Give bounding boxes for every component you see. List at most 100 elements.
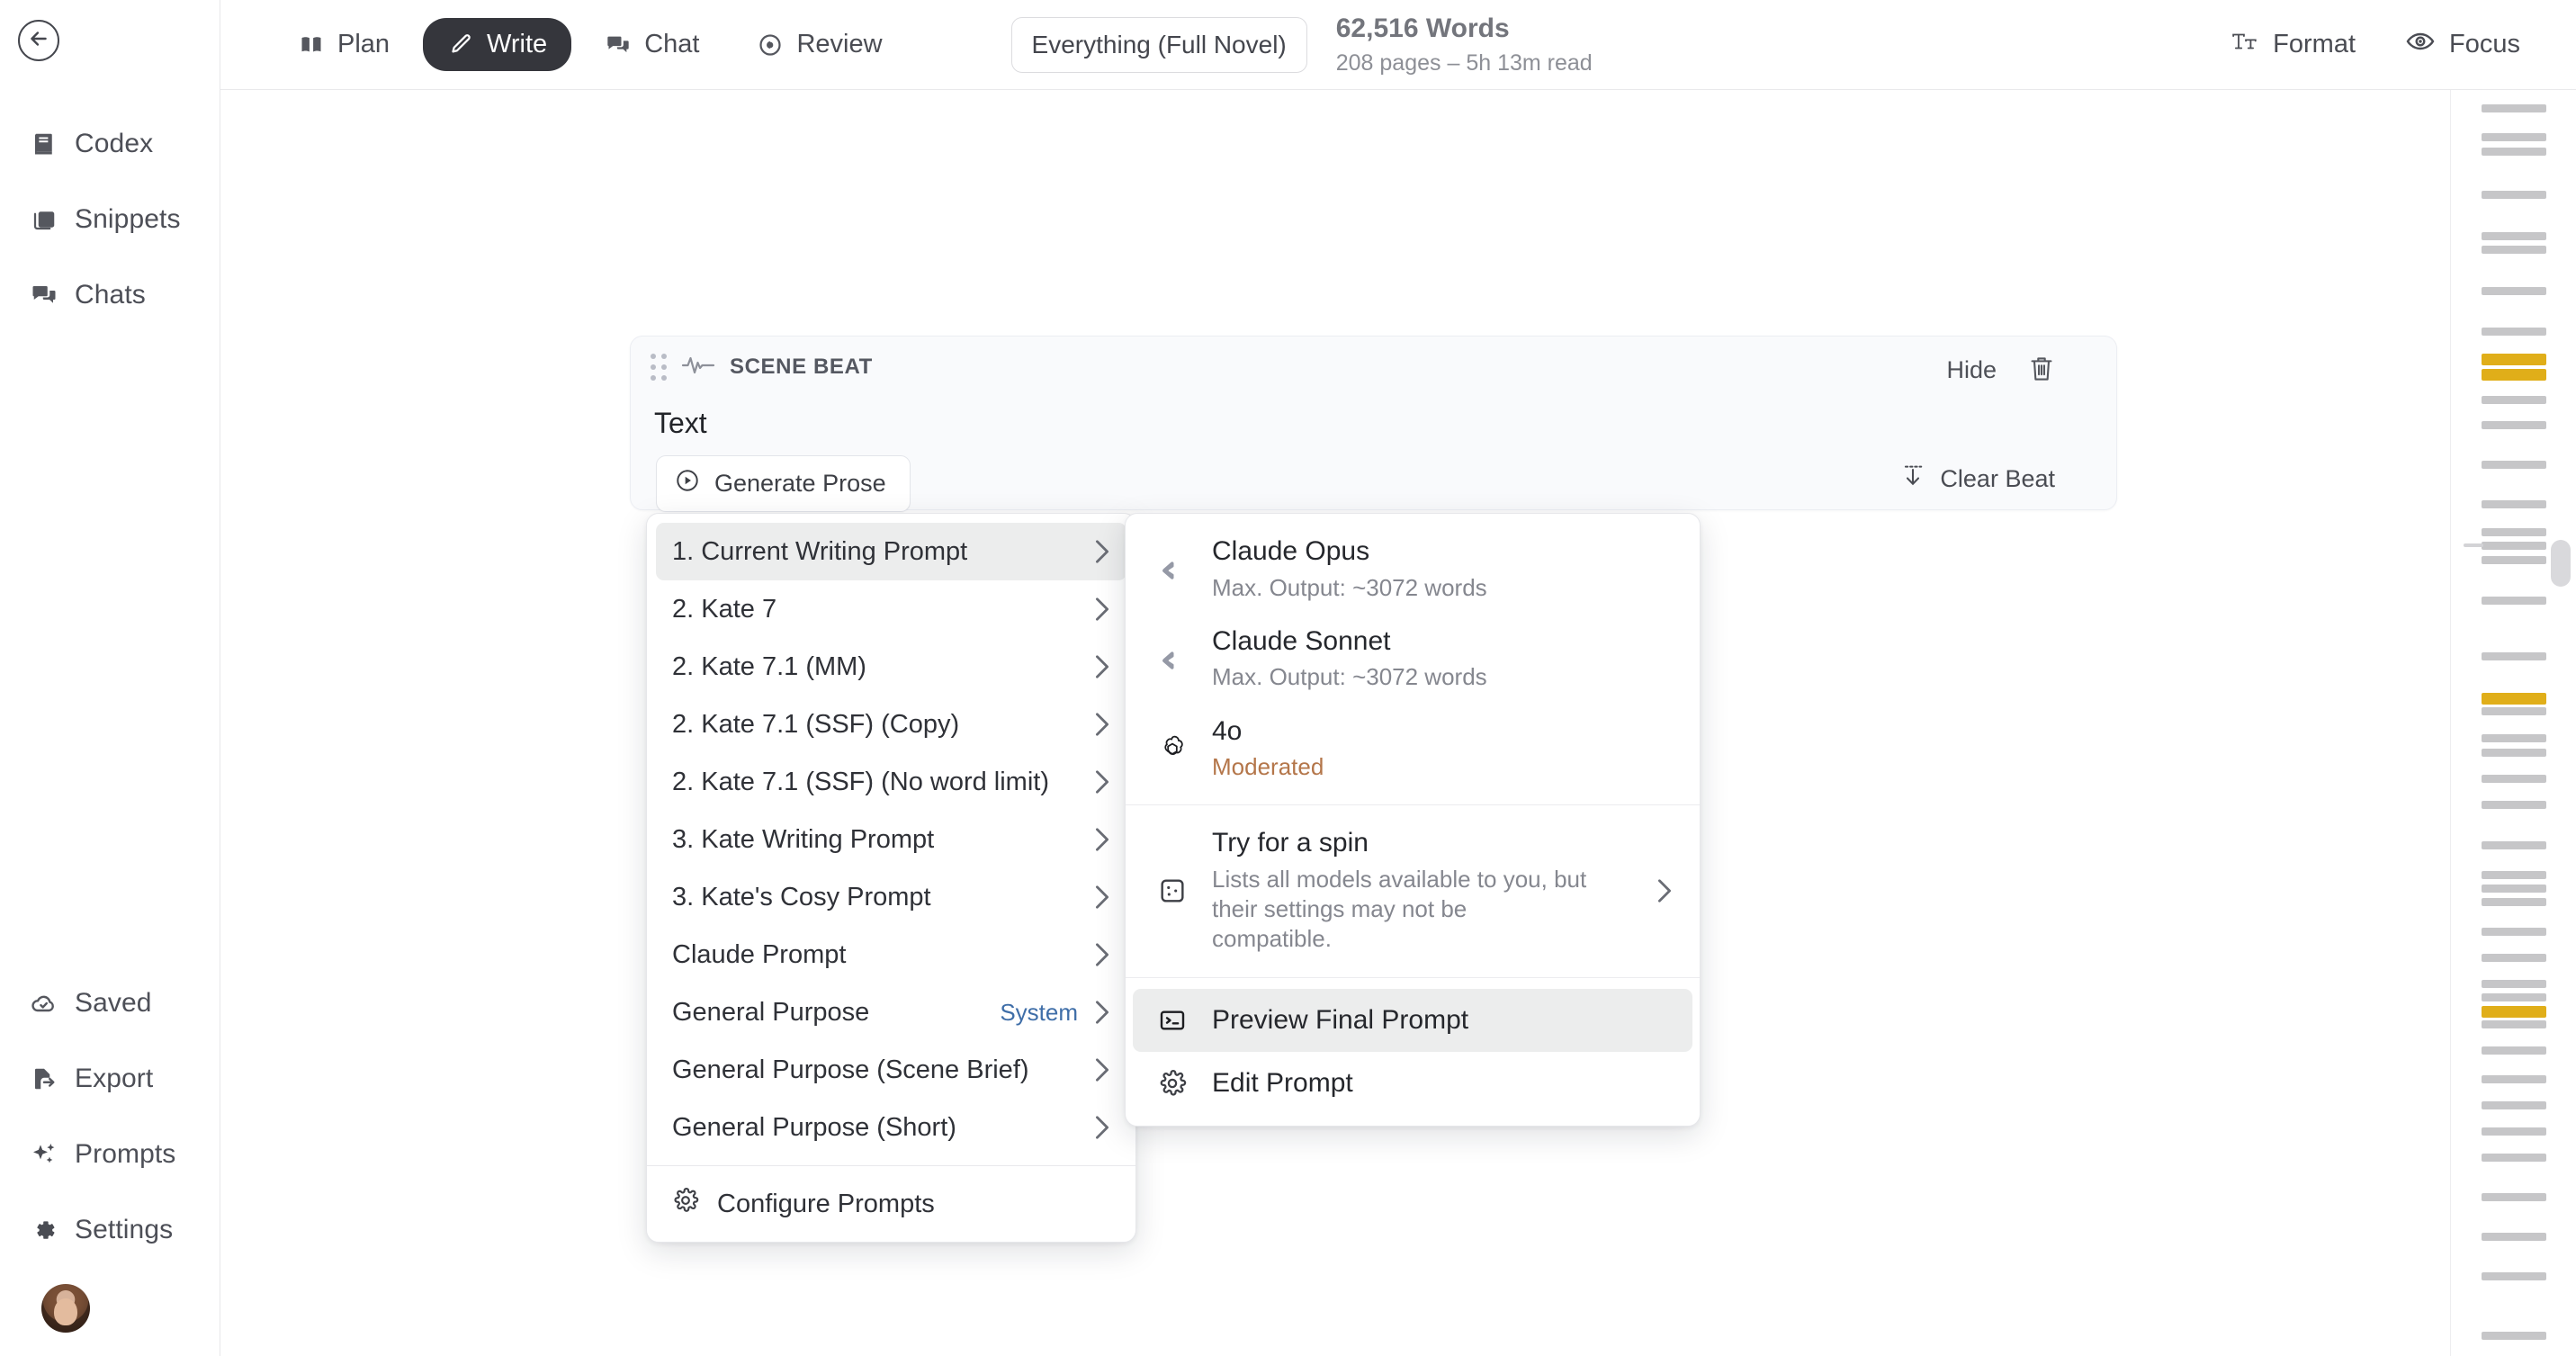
gear-icon [1153,1064,1192,1103]
minimap-line [2482,1332,2546,1340]
menu-item-configure-prompts[interactable]: Configure Prompts [656,1175,1126,1233]
spin-text-block: Try for a spin Lists all models availabl… [1212,828,1590,954]
avatar[interactable] [41,1284,90,1333]
minimap-highlight-line [2482,693,2546,705]
cloud-check-icon [29,988,59,1019]
menu-item-label: Preview Final Prompt [1212,1004,1469,1035]
sidebar-item-label: Saved [75,988,152,1018]
menu-item-prompt[interactable]: General Purpose System [656,983,1126,1041]
minimap-line [2482,928,2546,936]
minimap-line [2482,980,2546,988]
tab-plan[interactable]: Plan [274,18,414,71]
menu-item-preview-final-prompt[interactable]: Preview Final Prompt [1133,988,1692,1052]
minimap-line [2482,801,2546,809]
copy-icon [29,204,59,235]
word-stats: 62,516 Words 208 pages – 5h 13m read [1336,12,1593,76]
menu-item-prompt[interactable]: 2. Kate 7.1 (SSF) (Copy) [656,696,1126,753]
sidebar-item-label: Codex [75,129,154,158]
menu-item-prompt[interactable]: 3. Kate's Cosy Prompt [656,868,1126,926]
activity-pulse-icon [681,353,715,381]
scene-beat-header: SCENE BEAT [651,353,873,381]
sparkles-icon [29,1139,59,1170]
menu-item-label: General Purpose (Scene Brief) [672,1055,1029,1084]
scene-beat-text[interactable]: Text [654,407,707,440]
top-header: Plan Write Chat Review Everything (Full … [220,0,2576,90]
minimap-position-marker [2464,543,2483,547]
chevron-right-icon [1656,878,1673,903]
focus-button[interactable]: Focus [2406,29,2520,61]
sidebar-item-prompts[interactable]: Prompts [0,1117,220,1192]
menu-item-prompt[interactable]: Claude Prompt [656,926,1126,983]
menu-item-edit-prompt[interactable]: Edit Prompt [1133,1052,1692,1115]
scope-selector[interactable]: Everything (Full Novel) [1010,16,1307,73]
menu-item-prompt[interactable]: 2. Kate 7.1 (MM) [656,638,1126,696]
menu-item-prompt[interactable]: 2. Kate 7.1 (SSF) (No word limit) [656,753,1126,811]
minimap-line [2482,287,2546,295]
sidebar-item-saved[interactable]: Saved [0,965,220,1041]
chevron-right-icon [1094,712,1110,737]
generate-prose-button[interactable]: Generate Prose [656,455,911,512]
chevron-right-icon [1094,769,1110,795]
sidebar-item-snippets[interactable]: Snippets [0,182,220,257]
menu-item-prompt[interactable]: General Purpose (Short) [656,1099,1126,1156]
menu-item-prompt[interactable]: 3. Kate Writing Prompt [656,811,1126,868]
menu-item-prompt[interactable]: 2. Kate 7 [656,580,1126,638]
minimap-line [2482,871,2546,879]
book-open-icon [298,31,325,58]
clear-beat-button[interactable]: Clear Beat [1900,462,2055,496]
minimap-line [2482,556,2546,564]
eye-icon [2406,29,2435,61]
model-submenu: Claude Opus Max. Output: ~3072 words Cla… [1125,513,1701,1127]
sidebar-item-label: Settings [75,1215,174,1244]
tab-label: Chat [644,30,700,58]
model-item-claude-opus[interactable]: Claude Opus Max. Output: ~3072 words [1133,525,1692,615]
model-item-claude-sonnet[interactable]: Claude Sonnet Max. Output: ~3072 words [1133,615,1692,705]
menu-item-prompt[interactable]: 1. Current Writing Prompt [656,523,1126,580]
minimap-line [2482,898,2546,906]
document-minimap[interactable] [2450,90,2576,1356]
trash-icon[interactable] [2028,355,2055,388]
prompt-menu: 1. Current Writing Prompt 2. Kate 7 2. K… [646,513,1136,1243]
gear-icon [672,1187,699,1221]
drag-dots-icon[interactable] [651,353,667,381]
tab-chat[interactable]: Chat [580,18,723,71]
menu-item-prompt[interactable]: General Purpose (Scene Brief) [656,1041,1126,1099]
tab-write[interactable]: Write [423,18,572,71]
minimap-line [2482,841,2546,849]
minimap-line [2482,528,2546,536]
model-item-4o[interactable]: 4o Moderated [1133,705,1692,795]
format-button[interactable]: Format [2231,29,2356,61]
back-button[interactable] [18,20,59,61]
menu-item-label: Edit Prompt [1212,1067,1353,1098]
minimap-line [2482,191,2546,199]
minimap-line [2482,133,2546,141]
hide-button[interactable]: Hide [1946,356,1997,384]
system-badge: System [1000,998,1078,1026]
menu-item-label: 2. Kate 7 [672,594,777,624]
play-circle-icon [675,468,700,499]
focus-label: Focus [2449,30,2520,58]
minimap-highlight-line [2482,1006,2546,1018]
model-detail: Max. Output: ~3072 words [1212,573,1487,601]
header-actions: Format Focus [2231,29,2520,61]
model-text-block: Claude Opus Max. Output: ~3072 words [1212,536,1487,603]
try-for-a-spin-section: Try for a spin Lists all models availabl… [1126,805,1700,976]
sidebar-item-export[interactable]: Export [0,1041,220,1117]
anthropic-icon [1153,550,1192,589]
sidebar-item-chats[interactable]: Chats [0,257,220,333]
tab-review[interactable]: Review [732,18,906,71]
model-name: Claude Opus [1212,536,1370,566]
minimap-highlight-line [2482,369,2546,381]
minimap-line [2482,500,2546,508]
menu-item-label: 1. Current Writing Prompt [672,536,968,566]
minimap-line [2482,1075,2546,1083]
menu-item-try-for-a-spin[interactable]: Try for a spin Lists all models availabl… [1133,816,1692,965]
minimap-line [2482,104,2546,112]
sidebar-item-codex[interactable]: Codex [0,106,220,182]
sidebar-item-settings[interactable]: Settings [0,1192,220,1268]
minimap-line [2482,749,2546,757]
chevron-right-icon [1094,539,1110,564]
minimap-line [2482,1233,2546,1241]
minimap-scroll-thumb[interactable] [2551,540,2571,587]
menu-item-label: Claude Prompt [672,939,847,969]
